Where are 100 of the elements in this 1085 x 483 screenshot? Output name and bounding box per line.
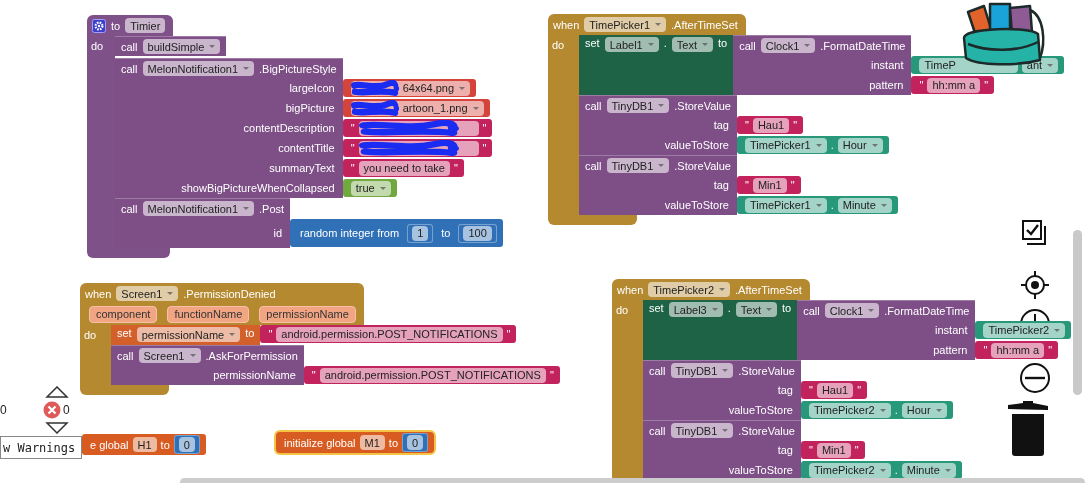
text-field[interactable]: Hau1: [752, 117, 790, 133]
text-field[interactable]: android.permission.POST_NOTIFICATIONS: [276, 326, 503, 342]
text-field[interactable]: Min1: [752, 177, 787, 193]
component-dropdown[interactable]: TinyDB1: [606, 98, 670, 113]
component-dropdown[interactable]: TimePicker1: [744, 197, 827, 213]
arrow-down-icon[interactable]: [45, 422, 69, 434]
number-block[interactable]: 100: [458, 223, 497, 243]
method-call-block[interactable]: call MelonNotification1 .BigPictureStyle largeIcon 64x64.png bigPicture artoon_1.png contentDescription " " contentTitle " " summaryText " you need to take " showBigPictureWhenCollapsed true: [115, 58, 493, 198]
method-call-block[interactable]: call TinyDB1 .StoreValue tag " Hau1 " valueToStore TimePicker2 . Hour: [643, 360, 953, 420]
number-field[interactable]: 1: [412, 225, 429, 241]
parameter-label[interactable]: component: [89, 306, 158, 323]
text-field[interactable]: you need to take: [358, 160, 450, 176]
text-block[interactable]: " Hau1 ": [736, 116, 804, 134]
property-dropdown[interactable]: Text: [735, 302, 777, 317]
checklist-icon[interactable]: [1021, 219, 1049, 246]
property-dropdown[interactable]: Minute: [837, 197, 892, 213]
component-dropdown[interactable]: MelonNotification1: [142, 61, 254, 76]
method-call-block[interactable]: call TinyDB1 .StoreValue tag " Min1 " valueToStore TimePicker1 . Minute: [579, 155, 898, 215]
boolean-block[interactable]: true: [342, 179, 397, 197]
arrow-up-icon[interactable]: [45, 386, 69, 398]
procedure-call-block[interactable]: call buildSimple: [115, 36, 227, 58]
component-dropdown[interactable]: Clock1: [760, 38, 816, 53]
text-field[interactable]: [358, 120, 479, 136]
component-getter-block[interactable]: TimePicker2: [975, 321, 1072, 339]
property-setter-block[interactable]: set Label3 . Text to call Clock1 .FormatDateTime instant TimePicker2 pattern " hh:mm a ": [643, 300, 1072, 360]
boolean-dropdown[interactable]: true: [350, 180, 391, 196]
text-block[interactable]: " ": [342, 119, 493, 137]
parameter-label[interactable]: functionName: [167, 306, 250, 323]
text-block[interactable]: " Hau1 ": [800, 381, 868, 399]
method-call-block[interactable]: call Clock1 .FormatDateTime instant TimePicker2 pattern " hh:mm a ": [797, 300, 1072, 360]
text-block[interactable]: " Min1 ": [800, 441, 865, 459]
variable-setter-block[interactable]: set permissionName to " android.permission.POST_NOTIFICATIONS ": [111, 325, 517, 345]
parameter-label[interactable]: permissionName: [259, 306, 356, 323]
number-block[interactable]: 0: [173, 435, 200, 454]
property-dropdown[interactable]: Minute: [901, 462, 956, 478]
text-block[interactable]: " you need to take ": [342, 159, 464, 177]
variable-name-field[interactable]: M1: [359, 435, 385, 450]
method-call-block[interactable]: call Screen1 .AskForPermission permissionName " android.permission.POST_NOTIFICATIONS ": [111, 345, 560, 385]
number-field[interactable]: 100: [463, 225, 492, 241]
asset-block[interactable]: 64x64.png: [342, 79, 477, 97]
text-block[interactable]: " Min1 ": [736, 176, 801, 194]
component-dropdown[interactable]: MelonNotification1: [142, 201, 254, 216]
component-dropdown[interactable]: TinyDB1: [670, 363, 734, 378]
component-getter-block[interactable]: TimePicker2 . Minute: [800, 461, 962, 479]
text-field[interactable]: [358, 140, 479, 156]
text-field[interactable]: hh:mm a: [991, 342, 1045, 358]
variable-dropdown[interactable]: permissionName: [136, 327, 241, 342]
text-field[interactable]: Hau1: [816, 382, 854, 398]
text-block[interactable]: " hh:mm a ": [975, 341, 1059, 359]
text-block[interactable]: " hh:mm a ": [911, 76, 995, 94]
component-dropdown[interactable]: Label1: [604, 37, 659, 52]
procedure-name-field[interactable]: Timier: [125, 18, 166, 33]
component-dropdown[interactable]: TimePicker2: [983, 322, 1066, 338]
text-field[interactable]: Min1: [816, 442, 851, 458]
component-dropdown[interactable]: TimePicker2: [808, 402, 891, 418]
method-call-block[interactable]: call TinyDB1 .StoreValue tag " Hau1 " valueToStore TimePicker1 . Hour: [579, 95, 889, 155]
text-field[interactable]: hh:mm a: [927, 77, 981, 93]
method-call-block[interactable]: call TinyDB1 .StoreValue tag " Min1 " valueToStore TimePicker2 . Minute: [643, 420, 962, 480]
component-dropdown[interactable]: TimePicker2: [648, 282, 730, 297]
text-block[interactable]: " ": [342, 139, 493, 157]
number-field[interactable]: 0: [178, 437, 195, 452]
event-block[interactable]: [80, 283, 560, 395]
asset-block[interactable]: artoon_1.png: [342, 99, 490, 117]
number-block[interactable]: 1: [407, 223, 434, 243]
trash-icon[interactable]: [1007, 400, 1049, 457]
asset-dropdown[interactable]: artoon_1.png: [350, 100, 484, 116]
component-dropdown[interactable]: Screen1: [116, 286, 179, 301]
show-warnings-button[interactable]: w Warnings: [0, 436, 82, 459]
component-dropdown[interactable]: TimePicker1: [584, 17, 666, 32]
method-call-block[interactable]: call MelonNotification1 .Post id random integer from 1 to 100: [115, 198, 503, 248]
component-dropdown[interactable]: TinyDB1: [606, 158, 670, 173]
component-getter-block[interactable]: TimePicker2 . Hour: [800, 401, 953, 419]
random-integer-block[interactable]: random integer from 1 to 100: [290, 219, 503, 247]
text-block[interactable]: " android.permission.POST_NOTIFICATIONS ": [303, 366, 560, 384]
component-getter-block[interactable]: TimePicker1 . Hour: [736, 136, 889, 154]
center-icon[interactable]: [1020, 270, 1050, 300]
procedure-block[interactable]: [87, 15, 503, 258]
component-getter-block[interactable]: TimePicker1 . Minute: [736, 196, 898, 214]
event-block[interactable]: [548, 14, 1065, 225]
number-block[interactable]: 0: [402, 433, 429, 452]
number-field[interactable]: 0: [407, 435, 424, 450]
component-dropdown[interactable]: TinyDB1: [670, 423, 734, 438]
property-dropdown[interactable]: Hour: [901, 402, 947, 418]
component-dropdown[interactable]: TimePicker1: [744, 137, 827, 153]
component-dropdown[interactable]: TimePicker2: [808, 462, 891, 478]
asset-dropdown[interactable]: 64x64.png: [350, 80, 471, 96]
zoom-out-icon[interactable]: [1019, 362, 1051, 394]
text-block[interactable]: " android.permission.POST_NOTIFICATIONS ": [260, 325, 517, 343]
property-dropdown[interactable]: Hour: [837, 137, 883, 153]
component-dropdown[interactable]: Clock1: [824, 303, 880, 318]
global-variable-block[interactable]: initialize global M1 to 0: [276, 432, 435, 453]
text-field[interactable]: android.permission.POST_NOTIFICATIONS: [319, 367, 546, 383]
vertical-scrollbar[interactable]: [1073, 230, 1082, 395]
property-dropdown[interactable]: Text: [671, 37, 713, 52]
global-variable-block[interactable]: e global H1 to 0: [82, 434, 206, 455]
component-dropdown[interactable]: buildSimple: [142, 39, 221, 54]
component-dropdown[interactable]: Label3: [668, 302, 723, 317]
gear-icon[interactable]: [92, 18, 106, 33]
variable-name-field[interactable]: H1: [132, 437, 157, 452]
component-dropdown[interactable]: Screen1: [138, 348, 201, 363]
